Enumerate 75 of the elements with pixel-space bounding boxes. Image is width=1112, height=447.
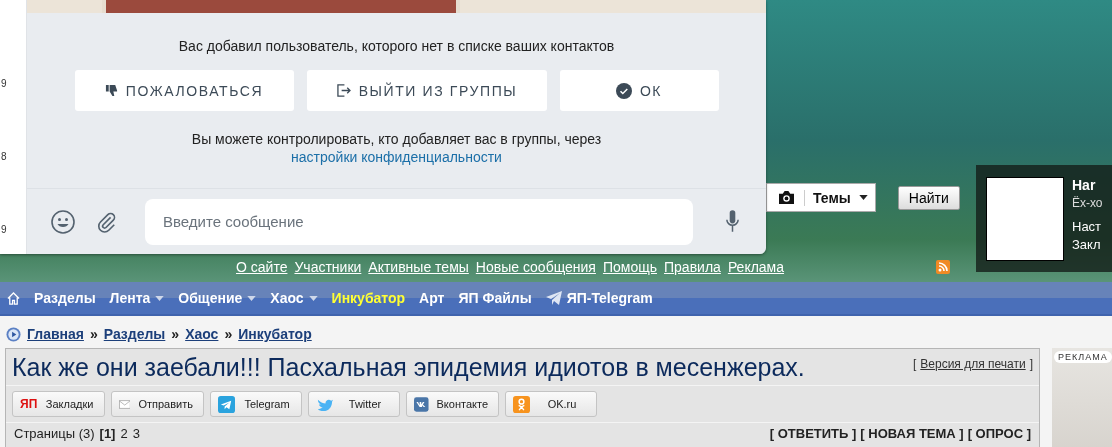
user-status: Ёх-хо [1072, 196, 1103, 210]
print-version-link[interactable]: Версия для печати [920, 357, 1026, 382]
user-menu-link[interactable]: Наст [1072, 219, 1103, 234]
nav-menu-item[interactable]: Хаос [270, 290, 318, 306]
share-button[interactable]: ЯП Закладки [12, 391, 105, 417]
vk-icon [414, 395, 429, 413]
breadcrumb-link[interactable]: Главная [27, 326, 84, 342]
header-link[interactable]: О сайте [236, 259, 288, 275]
bracket: [ [912, 357, 917, 373]
emoji-icon[interactable] [51, 209, 75, 234]
bracket: ] [1029, 357, 1033, 373]
topic-title: Как же они заебали!!! Пасхальная эпидемия идиотов в месенжерах. [12, 353, 805, 382]
chat-list-time: 8 [0, 151, 8, 162]
search-scope-label: Темы [804, 189, 851, 206]
caret-icon [308, 295, 318, 301]
header-link[interactable]: Новые сообщения [475, 259, 596, 275]
rss-icon[interactable] [936, 260, 950, 274]
ad-label: РЕКЛАМА [1054, 351, 1112, 363]
caret-icon [858, 195, 868, 200]
breadcrumb-link[interactable]: Хаос [185, 326, 219, 342]
paperclip-icon[interactable] [95, 210, 117, 233]
leave-button[interactable]: ВЫЙТИ ИЗ ГРУППЫ [306, 70, 547, 111]
share-button[interactable]: Twitter [308, 391, 400, 417]
topic-action-link[interactable]: [ ОТВЕТИТЬ ] [769, 426, 857, 441]
breadcrumb-separator: » [171, 326, 180, 342]
header-link[interactable]: Помощь [602, 259, 657, 275]
chat-list-time: 9 [0, 78, 8, 89]
exit-icon [335, 84, 351, 97]
privacy-text: Вы можете контролировать, кто добавляет вас в группы, через [191, 131, 602, 147]
paper-plane-icon [545, 291, 562, 305]
report-button[interactable]: ПОЖАЛОВАТЬСЯ [74, 70, 294, 111]
breadcrumb-link[interactable]: Разделы [103, 326, 166, 342]
breadcrumb-link[interactable]: Инкубатор [238, 326, 312, 342]
topic-action-link[interactable]: [ ОПРОС ] [967, 426, 1031, 441]
camera-icon [777, 190, 796, 205]
play-circle-icon [6, 326, 21, 342]
ok-button[interactable]: ОК [559, 70, 719, 111]
home-icon[interactable] [7, 291, 20, 305]
breadcrumb-separator: » [89, 326, 98, 342]
header-link[interactable]: Правила [664, 259, 721, 275]
microphone-icon[interactable] [725, 209, 740, 234]
nav-menu-item[interactable]: Разделы [34, 290, 96, 306]
page-link[interactable]: 2 [120, 426, 128, 441]
page-link[interactable]: 3 [132, 426, 140, 441]
search-scope-dropdown[interactable]: Темы [766, 183, 876, 212]
share-button[interactable]: Вконтакте [406, 391, 499, 417]
ok-icon [513, 395, 530, 413]
user-name[interactable]: Har [1072, 177, 1103, 193]
breadcrumb-separator: » [224, 326, 233, 342]
caret-icon [247, 295, 257, 301]
notice-text: Вас добавил пользователь, которого нет в списке ваших контактов [178, 38, 615, 54]
nav-menu-item[interactable]: Общение [178, 290, 257, 306]
chat-list-time: 9 [0, 224, 8, 235]
nav-menu-item[interactable]: Лента [109, 290, 165, 306]
nav-menu-item[interactable]: Арт [419, 290, 445, 306]
caret-icon [155, 295, 165, 301]
page-link[interactable]: [1] [99, 426, 116, 441]
thumbs-down-icon [104, 84, 118, 97]
user-menu-link[interactable]: Закл [1072, 237, 1103, 252]
nav-menu-item[interactable]: ЯП Файлы [458, 290, 532, 306]
header-link[interactable]: Участники [294, 259, 362, 275]
message-input[interactable]: Введите сообщение [145, 198, 693, 245]
nav-menu-item[interactable]: Инкубатор [331, 290, 406, 306]
share-button[interactable]: Telegram [210, 391, 302, 417]
telegram-icon [218, 395, 235, 413]
header-link[interactable]: Активные темы [368, 259, 469, 275]
header-link[interactable]: Реклама [727, 259, 785, 275]
share-button[interactable]: Отправить [111, 391, 204, 417]
check-circle-icon [615, 82, 632, 99]
topic-action-link[interactable]: [ НОВАЯ ТЕМА ] [860, 426, 964, 441]
share-button[interactable]: OK.ru [505, 391, 597, 417]
pages-label: Страницы (3) [14, 426, 95, 441]
privacy-settings-link[interactable]: настройки конфиденциальности [291, 149, 502, 165]
envelope-icon [119, 397, 131, 411]
nav-menu-item[interactable]: ЯП-Telegram [545, 290, 653, 306]
